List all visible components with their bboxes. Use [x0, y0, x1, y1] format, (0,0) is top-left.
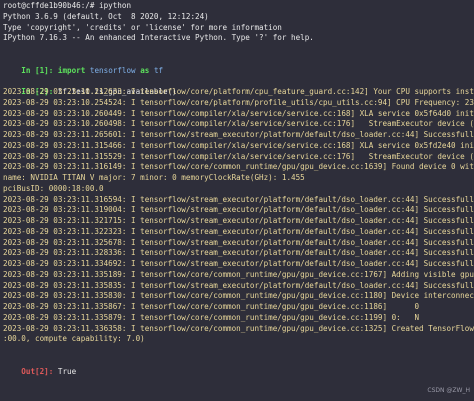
watermark: CSDN @ZW_H — [427, 387, 470, 395]
log-line: 2023-08-29 03:23:10.260449: I tensorflow… — [3, 108, 474, 118]
input-cell-1[interactable]: In [1]: import tensorflow as tf — [0, 55, 474, 75]
python-version-line: Python 3.6.9 (default, Oct 8 2020, 12:12… — [3, 11, 209, 21]
log-line: 2023-08-29 03:23:10.260498: I tensorflow… — [3, 119, 474, 129]
log-line: :00.0, compute capability: 7.0) — [3, 334, 145, 344]
module-alias: tf — [153, 65, 164, 75]
log-line: 2023-08-29 03:23:11.328336: I tensorflow… — [3, 248, 474, 258]
log-line: 2023-08-29 03:23:11.335835: I tensorflow… — [3, 280, 474, 290]
input-prompt-1: In [1]: — [21, 65, 54, 75]
log-line: 2023-08-29 03:23:11.315529: I tensorflow… — [3, 151, 474, 161]
help-info-line: Type 'copyright', 'credits' or 'license'… — [3, 22, 282, 32]
log-line: 2023-08-29 03:23:11.335830: I tensorflow… — [3, 291, 474, 301]
output-value: True — [57, 366, 77, 376]
log-line: 2023-08-29 03:23:11.265601: I tensorflow… — [3, 130, 474, 139]
log-line: pciBusID: 0000:18:00.0 — [3, 183, 104, 193]
import-keyword: import — [57, 65, 86, 75]
log-line: 2023-08-29 03:23:11.316149: I tensorflow… — [3, 162, 474, 172]
log-line: 2023-08-29 03:23:11.335879: I tensorflow… — [3, 312, 420, 322]
shell-prompt-line: root@cffde1b90b46:/# ipython — [3, 1, 132, 10]
terminal-window[interactable]: root@cffde1b90b46:/# ipython Python 3.6.… — [0, 0, 474, 401]
log-line: 2023-08-29 03:23:11.315466: I tensorflow… — [3, 140, 474, 150]
output-cell-2: Out[2]: True — [0, 356, 474, 376]
module-name: tensorflow — [89, 65, 136, 75]
log-line: 2023-08-29 03:23:11.334692: I tensorflow… — [3, 259, 474, 268]
input-cell-2[interactable]: In [2]: tf.test.is_gpu_available() — [0, 76, 474, 96]
log-line: 2023-08-29 03:23:11.336358: I tensorflow… — [3, 323, 474, 333]
ipython-version-line: IPython 7.16.3 -- An enhanced Interactiv… — [3, 33, 314, 43]
log-line: name: NVIDIA TITAN V major: 7 minor: 0 m… — [3, 173, 305, 182]
as-keyword: as — [140, 65, 150, 75]
log-line: 2023-08-29 03:23:11.319004: I tensorflow… — [3, 205, 474, 215]
log-line: 2023-08-29 03:23:11.322323: I tensorflow… — [3, 226, 474, 236]
log-line: 2023-08-29 03:23:11.335867: I tensorflow… — [3, 302, 420, 311]
log-output: 2023-08-29 03:23:10.212633: I tensorflow… — [0, 87, 474, 345]
log-line: 2023-08-29 03:23:11.321715: I tensorflow… — [3, 216, 474, 225]
log-line: 2023-08-29 03:23:10.254524: I tensorflow… — [3, 97, 474, 107]
log-line: 2023-08-29 03:23:11.316594: I tensorflow… — [3, 194, 474, 204]
output-prompt: Out[2]: — [21, 366, 54, 376]
log-line: 2023-08-29 03:23:10.212633: I tensorflow… — [3, 87, 474, 96]
log-line: 2023-08-29 03:23:11.335189: I tensorflow… — [3, 269, 474, 279]
log-line: 2023-08-29 03:23:11.325678: I tensorflow… — [3, 237, 474, 247]
